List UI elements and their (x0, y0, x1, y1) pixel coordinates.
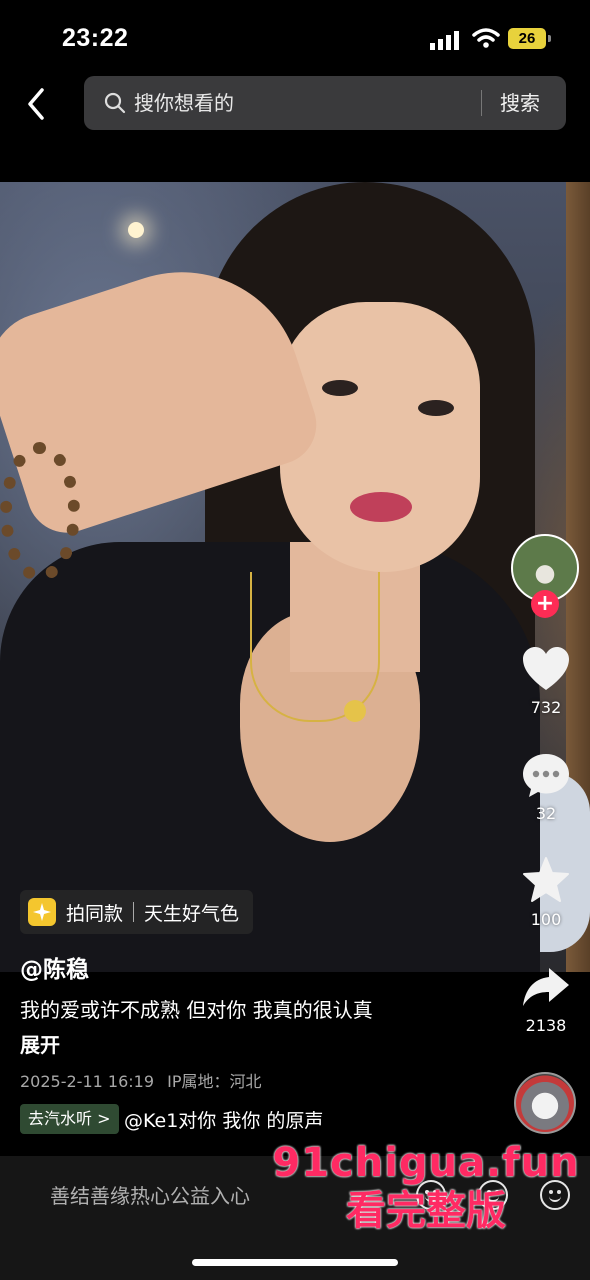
person-lips (350, 492, 412, 522)
favorite-count: 100 (530, 910, 562, 929)
back-icon[interactable] (20, 84, 54, 124)
search-bar[interactable]: 搜索 (84, 76, 566, 130)
qishui-listen-button[interactable]: 去汽水听 > (20, 1104, 119, 1134)
wifi-icon (472, 28, 500, 48)
search-input[interactable] (134, 88, 434, 118)
video-player[interactable] (0, 182, 590, 972)
person-necklace (250, 572, 380, 722)
sound-title[interactable]: @Ke1对你 我你 的原声 (124, 1106, 323, 1133)
post-date: 2025-2-11 16:19 (20, 1072, 154, 1091)
author-avatar[interactable]: + (511, 534, 579, 618)
person-eye (322, 380, 358, 396)
comment-input-hint[interactable]: 善结善缘热心公益入心 (50, 1180, 250, 1209)
favorite-button[interactable]: 100 (516, 856, 576, 929)
battery-indicator: 26 (508, 28, 551, 49)
watermark: 91chigua.fun 看完整版 (262, 1140, 590, 1236)
share-button[interactable]: 2138 (516, 964, 576, 1035)
comment-button[interactable]: 32 (516, 752, 576, 823)
signal-icon (430, 31, 459, 50)
status-bar: 23:22 26 (0, 0, 590, 72)
share-icon (523, 968, 569, 1006)
expand-button[interactable]: 展开 (20, 1029, 60, 1058)
watermark-text: 看完整版 (346, 1188, 506, 1234)
tag-divider (133, 902, 135, 922)
person-eye (418, 400, 454, 416)
status-time: 23:22 (62, 24, 129, 52)
star-icon (523, 857, 569, 902)
sparkle-icon (28, 898, 56, 926)
search-button[interactable]: 搜索 (500, 88, 560, 118)
like-button[interactable]: 732 (516, 646, 576, 717)
share-count: 2138 (525, 1016, 567, 1035)
person-bracelet (0, 442, 80, 582)
template-tag[interactable]: 拍同款 天生好气色 (20, 890, 254, 934)
video-caption: 我的爱或许不成熟 但对你 我真的很认真 (20, 998, 373, 1022)
template-tag-label: 拍同款 (66, 902, 124, 925)
music-disc[interactable] (514, 1072, 576, 1134)
search-divider (481, 90, 482, 116)
video-meta: 2025-2-11 16:19 IP属地：河北 (20, 1068, 261, 1092)
watermark-url: 91chigua.fun (272, 1140, 580, 1186)
comment-count: 32 (535, 804, 557, 823)
heart-icon (523, 647, 569, 690)
ceiling-lamp (128, 222, 144, 238)
template-tag-name: 天生好气色 (144, 902, 240, 925)
home-indicator[interactable] (192, 1259, 398, 1266)
follow-button[interactable]: + (531, 590, 559, 618)
author-name[interactable]: @陈稳 (20, 950, 89, 984)
necklace-pendant (344, 700, 366, 722)
like-count: 732 (530, 698, 562, 717)
comment-icon (523, 754, 569, 797)
ip-location: IP属地：河北 (167, 1072, 262, 1091)
search-icon (104, 92, 126, 114)
